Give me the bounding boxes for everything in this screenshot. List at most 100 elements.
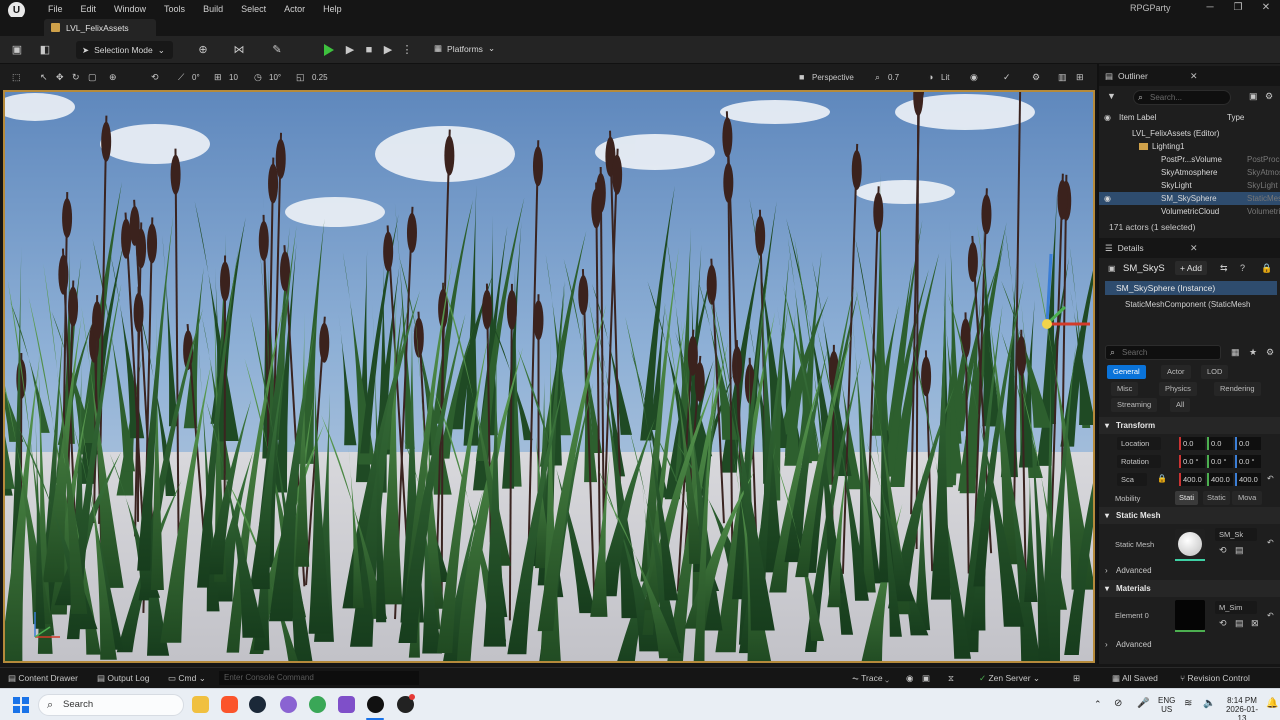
transform-section[interactable]: ▾ Transform [1099, 417, 1280, 434]
close-button[interactable]: ✕ [1259, 2, 1273, 13]
col-item-label[interactable]: Item Label [1119, 113, 1156, 122]
scale-snap-icon[interactable]: ◱ [296, 72, 305, 83]
blueprint-icon[interactable]: ⇆ [1220, 263, 1228, 274]
scale-dropdown[interactable]: Sca [1117, 473, 1147, 486]
close-icon[interactable]: ✕ [1190, 71, 1198, 82]
restore-button[interactable]: ❐ [1231, 2, 1245, 13]
tree-row-skysphere[interactable]: ◉ SM_SkySphere StaticMes [1099, 192, 1280, 205]
add-component-button[interactable]: + Add [1175, 261, 1207, 275]
filter-misc[interactable]: Misc [1111, 382, 1139, 396]
blueprint-icon[interactable]: ⋈ [232, 43, 246, 57]
filter-all[interactable]: All [1170, 398, 1191, 412]
level-viewport[interactable] [3, 90, 1095, 663]
platforms-dropdown[interactable]: ▦ Platforms ⌄ [434, 43, 495, 54]
add-actor-icon[interactable]: ⊕ [196, 43, 210, 57]
rot-snap-value[interactable]: 0° [192, 73, 200, 82]
material-extra-icon[interactable]: ⊠ [1251, 618, 1259, 629]
output-log-button[interactable]: ▤ Output Log [97, 673, 149, 684]
browse-icon[interactable]: ⟲ [1219, 618, 1227, 629]
outliner-tab[interactable]: ▤ Outliner ✕ [1099, 66, 1280, 86]
material-picker[interactable]: M_Sim [1215, 601, 1257, 614]
select-tool-icon[interactable]: ↖ [40, 72, 48, 83]
discord-icon[interactable] [280, 696, 297, 713]
taskbar-search-input[interactable]: ⌕ Search [38, 694, 184, 716]
rotation-x-field[interactable]: 0.0 ° [1179, 455, 1205, 468]
source-control-icon[interactable]: ⊞ [1073, 673, 1080, 684]
network-off-icon[interactable]: ⊘ [1114, 699, 1122, 709]
maximize-viewport-icon[interactable]: ⊞ [1076, 72, 1084, 83]
file-explorer-icon[interactable] [192, 696, 209, 713]
tree-row-skylight[interactable]: SkyLight SkyLight [1099, 179, 1280, 192]
selection-mode-dropdown[interactable]: ➤ Selection Mode ⌄ [76, 41, 173, 59]
filter-lod[interactable]: LOD [1201, 365, 1229, 379]
close-icon[interactable]: ✕ [1190, 243, 1198, 254]
browse-icon[interactable]: ⟲ [1219, 545, 1227, 556]
wifi-icon[interactable]: ≋ [1184, 699, 1192, 709]
all-saved-button[interactable]: ▦ All Saved [1112, 673, 1158, 684]
tree-row-volumetriccloud[interactable]: VolumetricCloud Volumetric [1099, 205, 1280, 218]
settings-icon[interactable]: ⚙ [1032, 72, 1040, 83]
details-tab[interactable]: ☰ Details ✕ [1099, 238, 1280, 258]
new-folder-icon[interactable]: ▣ [1249, 91, 1258, 102]
windows-start-icon[interactable] [13, 697, 29, 713]
derived-data-icon[interactable]: ⧖ [948, 673, 954, 684]
reset-icon[interactable]: ↶ [1267, 538, 1274, 547]
location-z-field[interactable]: 0.0 [1235, 437, 1261, 450]
rotation-z-field[interactable]: 0.0 ° [1235, 455, 1261, 468]
location-y-field[interactable]: 0.0 [1207, 437, 1233, 450]
angle-snap-icon[interactable]: ◷ [254, 72, 262, 83]
mobility-movable[interactable]: Mova [1232, 491, 1263, 505]
angle-snap-value[interactable]: 10° [269, 73, 281, 82]
content-drawer-button[interactable]: ▤ Content Drawer [8, 673, 78, 684]
content-browser-icon[interactable]: ◧ [38, 43, 52, 57]
tab-level[interactable]: LVL_FelixAssets [44, 19, 156, 36]
launch-icon[interactable]: ▶ [381, 43, 395, 57]
location-x-field[interactable]: 0.0 [1179, 437, 1205, 450]
component-mesh-row[interactable]: StaticMeshComponent (StaticMesh [1125, 298, 1280, 312]
static-mesh-picker[interactable]: SM_Sk [1215, 528, 1257, 541]
favorite-star-icon[interactable]: ★ [1249, 347, 1257, 358]
notification-bell-icon[interactable]: 🔔 [1266, 699, 1278, 709]
camera-speed-value[interactable]: 0.7 [888, 73, 899, 82]
eye-icon[interactable]: ◉ [1104, 192, 1111, 205]
details-search-input[interactable]: ⌕ Search [1105, 345, 1221, 360]
filter-streaming[interactable]: Streaming [1111, 398, 1158, 412]
revision-control-button[interactable]: ⑂ Revision Control [1180, 673, 1250, 683]
language-indicator[interactable]: ENG US [1158, 696, 1175, 714]
rotation-dropdown[interactable]: Rotation [1117, 455, 1161, 468]
grid-snap-icon[interactable]: ⊞ [214, 72, 222, 83]
details-settings-icon[interactable]: ⚙ [1266, 347, 1274, 358]
show-icon[interactable]: ◉ [970, 72, 978, 83]
tree-row-skyatmosphere[interactable]: SkyAtmosphere SkyAtmos [1099, 166, 1280, 179]
outliner-search-input[interactable]: ⌕ Search... [1133, 90, 1231, 105]
use-selected-icon[interactable]: ▤ [1235, 618, 1244, 629]
world-space-icon[interactable]: ⊕ [109, 72, 117, 83]
step-icon[interactable]: ▶ [343, 43, 357, 57]
materials-advanced[interactable]: › Advanced [1099, 638, 1280, 651]
clock[interactable]: 8:14 PM 2026-01-13 [1222, 696, 1262, 720]
transform-select-icon[interactable]: ⬚ [12, 72, 21, 83]
material-thumbnail[interactable] [1175, 600, 1205, 632]
visual-studio-icon[interactable] [338, 696, 355, 713]
surface-snap-icon[interactable]: ⟲ [151, 72, 159, 83]
lock-icon[interactable]: 🔒 [1261, 263, 1272, 274]
scale-x-field[interactable]: 400.0 [1179, 473, 1205, 486]
reset-icon[interactable]: ↶ [1267, 611, 1274, 620]
rotation-y-field[interactable]: 0.0 ° [1207, 455, 1233, 468]
static-mesh-advanced[interactable]: › Advanced [1099, 564, 1280, 577]
scale-z-field[interactable]: 400.0 [1235, 473, 1261, 486]
menu-edit[interactable]: Edit [72, 4, 106, 14]
mobility-stationary[interactable]: Static [1203, 491, 1230, 505]
col-type[interactable]: Type [1227, 113, 1244, 122]
filter-icon[interactable]: ▼ [1107, 91, 1116, 101]
scale-snap-value[interactable]: 0.25 [312, 73, 328, 82]
tray-overflow-icon[interactable]: ⌃ [1094, 700, 1102, 709]
microphone-icon[interactable]: 🎤 [1137, 699, 1149, 709]
record-icon[interactable]: ◉ [906, 673, 913, 684]
save-icon[interactable]: ▣ [10, 43, 24, 57]
static-mesh-thumbnail[interactable] [1175, 529, 1205, 561]
chrome-icon[interactable] [309, 696, 326, 713]
snap-icon[interactable]: ✓ [1003, 72, 1011, 83]
outliner-settings-icon[interactable]: ⚙ [1265, 91, 1273, 102]
component-instance-row[interactable]: SM_SkySphere (Instance) [1105, 281, 1277, 295]
